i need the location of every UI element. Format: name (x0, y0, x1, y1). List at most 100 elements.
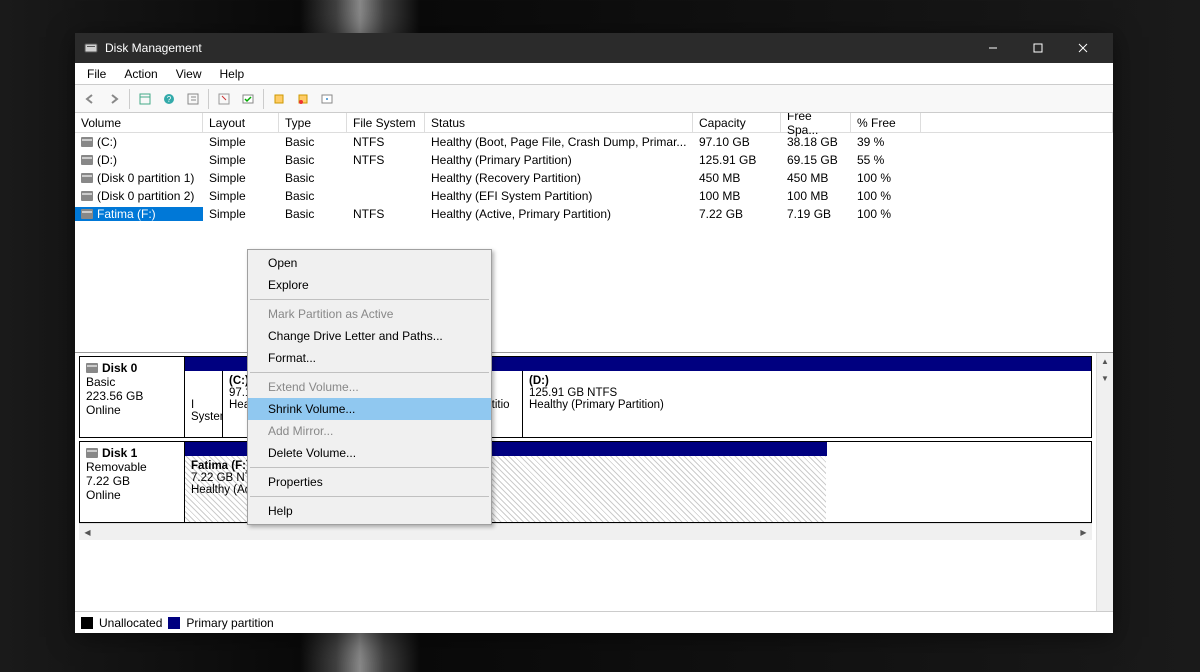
settings-button[interactable] (316, 88, 338, 110)
cell-vol: (Disk 0 partition 2) (75, 189, 203, 203)
rescan-button[interactable] (237, 88, 259, 110)
col-free[interactable]: Free Spa... (781, 113, 851, 132)
action-2-button[interactable] (292, 88, 314, 110)
cell-cap: 97.10 GB (693, 135, 781, 149)
cell-status: Healthy (EFI System Partition) (425, 189, 693, 203)
vertical-scrollbar[interactable]: ▲ ▼ (1096, 353, 1113, 611)
legend-primary-swatch (168, 617, 180, 629)
cell-layout: Simple (203, 207, 279, 221)
cell-type: Basic (279, 153, 347, 167)
titlebar[interactable]: Disk Management (75, 33, 1113, 63)
cell-cap: 125.91 GB (693, 153, 781, 167)
volume-header: Volume Layout Type File System Status Ca… (75, 113, 1113, 133)
cell-layout: Simple (203, 171, 279, 185)
disk-row: Disk 1Removable7.22 GBOnlineFatima (F:)7… (79, 441, 1092, 523)
disk-graphical-view: ▲ ▼ Disk 0Basic223.56 GBOnlineI System(C… (75, 353, 1113, 611)
ctx-sep (250, 496, 489, 497)
cell-type: Basic (279, 135, 347, 149)
help-button[interactable]: ? (158, 88, 180, 110)
cell-vol: Fatima (F:) (75, 207, 203, 221)
menu-help[interactable]: Help (212, 65, 253, 83)
cell-layout: Simple (203, 153, 279, 167)
ctx-format[interactable]: Format... (248, 347, 491, 369)
col-blank[interactable] (921, 113, 1113, 132)
cell-fs: NTFS (347, 135, 425, 149)
disk-info[interactable]: Disk 0Basic223.56 GBOnline (79, 356, 185, 438)
ctx-mirror: Add Mirror... (248, 420, 491, 442)
scroll-up-icon[interactable]: ▲ (1097, 353, 1113, 370)
ctx-delete[interactable]: Delete Volume... (248, 442, 491, 464)
drive-icon (81, 137, 93, 147)
drive-icon (81, 209, 93, 219)
volume-row[interactable]: (Disk 0 partition 2)SimpleBasicHealthy (… (75, 187, 1113, 205)
drive-icon (81, 191, 93, 201)
window-title: Disk Management (105, 41, 202, 55)
cell-layout: Simple (203, 135, 279, 149)
volume-row[interactable]: (Disk 0 partition 1)SimpleBasicHealthy (… (75, 169, 1113, 187)
svg-text:?: ? (167, 95, 172, 104)
ctx-extend: Extend Volume... (248, 376, 491, 398)
back-button[interactable] (79, 88, 101, 110)
col-volume[interactable]: Volume (75, 113, 203, 132)
cell-fs: NTFS (347, 207, 425, 221)
context-menu: Open Explore Mark Partition as Active Ch… (247, 249, 492, 525)
volume-list: Volume Layout Type File System Status Ca… (75, 113, 1113, 353)
cell-fs: NTFS (347, 153, 425, 167)
cell-vol: (Disk 0 partition 1) (75, 171, 203, 185)
action-1-button[interactable] (268, 88, 290, 110)
cell-cap: 100 MB (693, 189, 781, 203)
ctx-properties[interactable]: Properties (248, 471, 491, 493)
legend-unallocated-label: Unallocated (99, 616, 162, 630)
legend: Unallocated Primary partition (75, 611, 1113, 633)
ctx-shrink[interactable]: Shrink Volume... (248, 398, 491, 420)
horizontal-scrollbar[interactable]: ◀ ▶ (79, 523, 1092, 540)
menu-view[interactable]: View (168, 65, 210, 83)
volume-row[interactable]: Fatima (F:)SimpleBasicNTFSHealthy (Activ… (75, 205, 1113, 223)
cell-pct: 100 % (851, 171, 921, 185)
ctx-explore[interactable]: Explore (248, 274, 491, 296)
disk-icon (86, 363, 98, 373)
col-fs[interactable]: File System (347, 113, 425, 132)
cell-free: 7.19 GB (781, 207, 851, 221)
ctx-sep (250, 299, 489, 300)
volume-row[interactable]: (D:)SimpleBasicNTFSHealthy (Primary Part… (75, 151, 1113, 169)
refresh-button[interactable] (213, 88, 235, 110)
cell-vol: (C:) (75, 135, 203, 149)
minimize-button[interactable] (970, 33, 1015, 63)
close-button[interactable] (1060, 33, 1105, 63)
col-pctfree[interactable]: % Free (851, 113, 921, 132)
col-layout[interactable]: Layout (203, 113, 279, 132)
cell-vol: (D:) (75, 153, 203, 167)
scroll-left-icon[interactable]: ◀ (79, 524, 96, 540)
forward-button[interactable] (103, 88, 125, 110)
col-type[interactable]: Type (279, 113, 347, 132)
show-hide-tree-button[interactable] (134, 88, 156, 110)
ctx-change-letter[interactable]: Change Drive Letter and Paths... (248, 325, 491, 347)
partition[interactable]: (D:)125.91 GB NTFSHealthy (Primary Parti… (523, 371, 832, 437)
col-status[interactable]: Status (425, 113, 693, 132)
maximize-button[interactable] (1015, 33, 1060, 63)
list-button[interactable] (182, 88, 204, 110)
scroll-down-icon[interactable]: ▼ (1097, 370, 1113, 387)
cell-free: 100 MB (781, 189, 851, 203)
ctx-mark-active: Mark Partition as Active (248, 303, 491, 325)
scroll-right-icon[interactable]: ▶ (1075, 524, 1092, 540)
legend-unallocated-swatch (81, 617, 93, 629)
cell-status: Healthy (Recovery Partition) (425, 171, 693, 185)
partition[interactable]: I System (185, 371, 223, 437)
col-capacity[interactable]: Capacity (693, 113, 781, 132)
cell-status: Healthy (Active, Primary Partition) (425, 207, 693, 221)
legend-primary-label: Primary partition (186, 616, 273, 630)
volume-row[interactable]: (C:)SimpleBasicNTFSHealthy (Boot, Page F… (75, 133, 1113, 151)
ctx-help[interactable]: Help (248, 500, 491, 522)
cell-free: 69.15 GB (781, 153, 851, 167)
menu-action[interactable]: Action (116, 65, 165, 83)
disk-row: Disk 0Basic223.56 GBOnlineI System(C:)97… (79, 356, 1092, 438)
disk-info[interactable]: Disk 1Removable7.22 GBOnline (79, 441, 185, 523)
cell-pct: 55 % (851, 153, 921, 167)
ctx-open[interactable]: Open (248, 252, 491, 274)
cell-free: 38.18 GB (781, 135, 851, 149)
cell-status: Healthy (Primary Partition) (425, 153, 693, 167)
cell-cap: 7.22 GB (693, 207, 781, 221)
menu-file[interactable]: File (79, 65, 114, 83)
